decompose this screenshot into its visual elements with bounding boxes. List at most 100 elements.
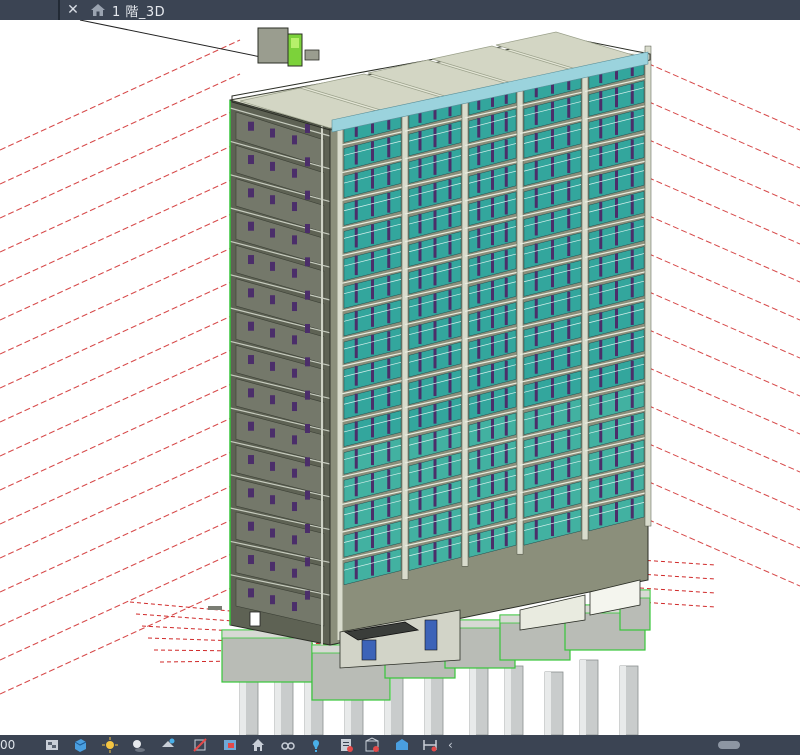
mullion <box>551 461 554 481</box>
mullion <box>599 146 603 167</box>
mullion <box>551 184 554 205</box>
mullion <box>567 236 571 257</box>
side-window <box>305 590 310 600</box>
sun-path-icon[interactable] <box>102 737 118 753</box>
mullion <box>491 197 494 218</box>
building-left-facade <box>229 99 331 646</box>
pile-highlight <box>545 672 551 735</box>
mullion <box>371 307 374 327</box>
mullion <box>567 291 571 312</box>
mullion <box>448 538 452 559</box>
3d-viewport[interactable] <box>0 20 800 735</box>
mullion <box>615 225 618 246</box>
mullion <box>448 179 452 200</box>
mullion <box>534 464 538 485</box>
mullion <box>354 172 358 193</box>
mullion <box>418 490 422 510</box>
mullion <box>354 559 358 580</box>
mullion <box>433 127 437 148</box>
temporary-view-properties-icon[interactable] <box>338 737 354 753</box>
mullion <box>491 529 494 550</box>
building-front-facade <box>329 45 652 646</box>
tab-1f-3d[interactable]: 1 階_3D <box>86 0 175 20</box>
show-crop-icon[interactable] <box>222 737 238 753</box>
mullion <box>551 405 554 426</box>
mullion <box>354 283 358 303</box>
entrance-door <box>424 619 438 651</box>
view-scale[interactable]: 00 <box>0 735 15 755</box>
mullion <box>371 556 374 576</box>
mullion <box>418 517 422 538</box>
mullion <box>433 155 437 175</box>
side-canopy <box>208 606 222 610</box>
pile-highlight <box>425 672 431 735</box>
grid-line <box>0 515 241 627</box>
mullion <box>551 516 554 537</box>
mullion <box>448 317 452 338</box>
grid-line <box>0 311 241 423</box>
side-window <box>305 524 310 533</box>
mullion <box>491 419 494 439</box>
mullion <box>504 222 508 243</box>
highlight-displacement-icon[interactable] <box>394 737 410 753</box>
shadows-icon[interactable] <box>130 737 146 753</box>
mullion <box>567 125 571 146</box>
mullion <box>551 101 554 122</box>
side-window <box>248 288 254 298</box>
render-icon[interactable] <box>160 737 176 753</box>
horizontal-scrollbar-thumb[interactable] <box>718 741 740 749</box>
mullion <box>448 262 452 283</box>
side-window <box>248 388 254 398</box>
mullion <box>418 352 422 372</box>
mullion <box>371 445 374 466</box>
mullion <box>630 360 634 381</box>
mullion <box>491 363 494 384</box>
mullion <box>491 253 494 273</box>
grid-line <box>0 243 241 355</box>
mullion <box>448 234 452 255</box>
mullion <box>448 400 452 421</box>
mullion <box>567 153 571 174</box>
side-window <box>270 261 275 271</box>
grid-line <box>639 173 800 245</box>
mullion <box>615 308 618 329</box>
mullion <box>534 519 538 540</box>
mullion <box>491 474 494 494</box>
grid-line <box>639 135 800 207</box>
mullion <box>354 476 358 497</box>
close-icon[interactable]: ✕ <box>64 0 82 20</box>
side-window <box>292 135 297 145</box>
side-window <box>270 228 275 238</box>
mullion <box>599 284 603 305</box>
mullion <box>504 167 508 187</box>
mullion <box>504 305 508 326</box>
mullion <box>448 373 452 393</box>
mullion <box>477 283 481 304</box>
reveal-hidden-icon[interactable] <box>308 737 324 753</box>
mullion <box>477 422 481 442</box>
visual-style-icon[interactable] <box>72 737 88 753</box>
detail-level-icon[interactable] <box>44 737 60 753</box>
mullion <box>551 129 554 149</box>
side-window <box>292 202 297 212</box>
grid-line <box>639 401 800 473</box>
lock-3d-view-icon[interactable] <box>250 737 266 753</box>
crop-view-icon[interactable] <box>192 737 208 753</box>
mullion <box>534 132 538 153</box>
temporary-hide-icon[interactable] <box>280 737 296 753</box>
mullion <box>418 296 422 317</box>
analytical-model-icon[interactable] <box>364 737 380 753</box>
mullion <box>354 504 358 524</box>
mullion <box>371 224 374 244</box>
grid-line <box>639 287 800 359</box>
scroll-left-button[interactable]: ‹ <box>448 735 453 755</box>
mullion <box>477 394 481 415</box>
grid-line <box>639 363 800 435</box>
mullion <box>630 415 634 436</box>
mullion <box>371 251 374 272</box>
mullion <box>615 502 618 522</box>
mullion <box>477 173 481 193</box>
reveal-constraints-icon[interactable] <box>422 737 438 753</box>
side-window <box>270 395 275 405</box>
side-window <box>292 402 297 412</box>
